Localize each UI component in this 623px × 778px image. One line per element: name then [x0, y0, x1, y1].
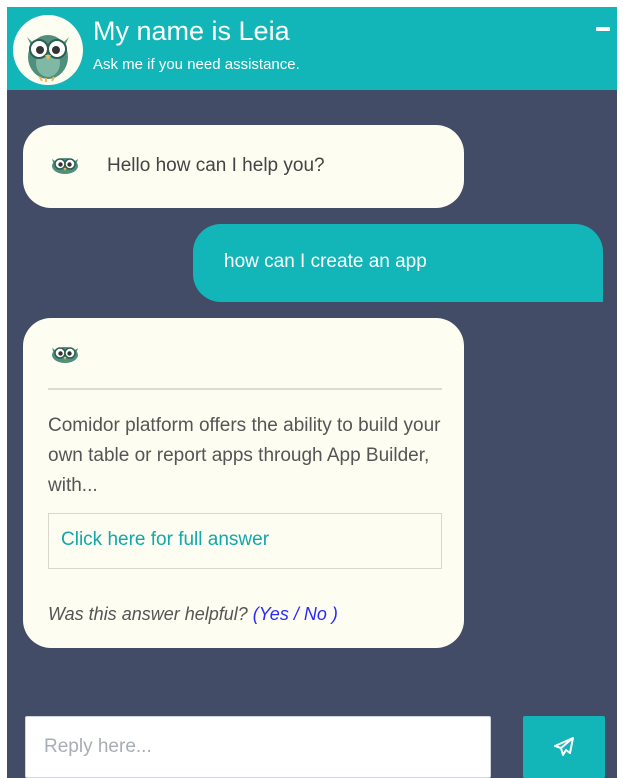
bot-answer-message: Comidor platform offers the ability to b… [23, 318, 464, 648]
message-text: Hello how can I help you? [107, 155, 325, 176]
feedback-prompt: Was this answer helpful? (Yes / No ) [48, 602, 338, 626]
full-answer-link-label[interactable]: Click here for full answer [61, 528, 269, 552]
reply-input[interactable] [25, 716, 491, 778]
header-subtitle: Ask me if you need assistance. [93, 56, 300, 73]
full-answer-link[interactable]: Click here for full answer [48, 513, 442, 569]
minimize-icon[interactable] [595, 21, 611, 37]
owl-icon [50, 155, 80, 180]
message-divider [48, 388, 442, 390]
feedback-close-paren: ) [331, 604, 338, 624]
chat-widget: My name is Leia Ask me if you need assis… [7, 7, 617, 778]
feedback-yes-link[interactable]: Yes [259, 604, 289, 624]
owl-icon [50, 344, 80, 369]
owl-icon [13, 15, 83, 85]
message-text: how can I create an app [224, 251, 427, 272]
answer-text: Comidor platform offers the ability to b… [48, 415, 441, 496]
bot-message: Hello how can I help you? [23, 125, 464, 208]
feedback-no-link[interactable]: No [304, 604, 327, 624]
chat-header: My name is Leia Ask me if you need assis… [7, 7, 617, 90]
send-button[interactable] [523, 716, 605, 778]
paper-plane-icon [554, 737, 574, 756]
user-message: how can I create an app [193, 224, 603, 302]
header-title: My name is Leia [93, 16, 290, 46]
feedback-question: Was this answer helpful? [48, 604, 248, 624]
feedback-separator: / [293, 604, 299, 624]
